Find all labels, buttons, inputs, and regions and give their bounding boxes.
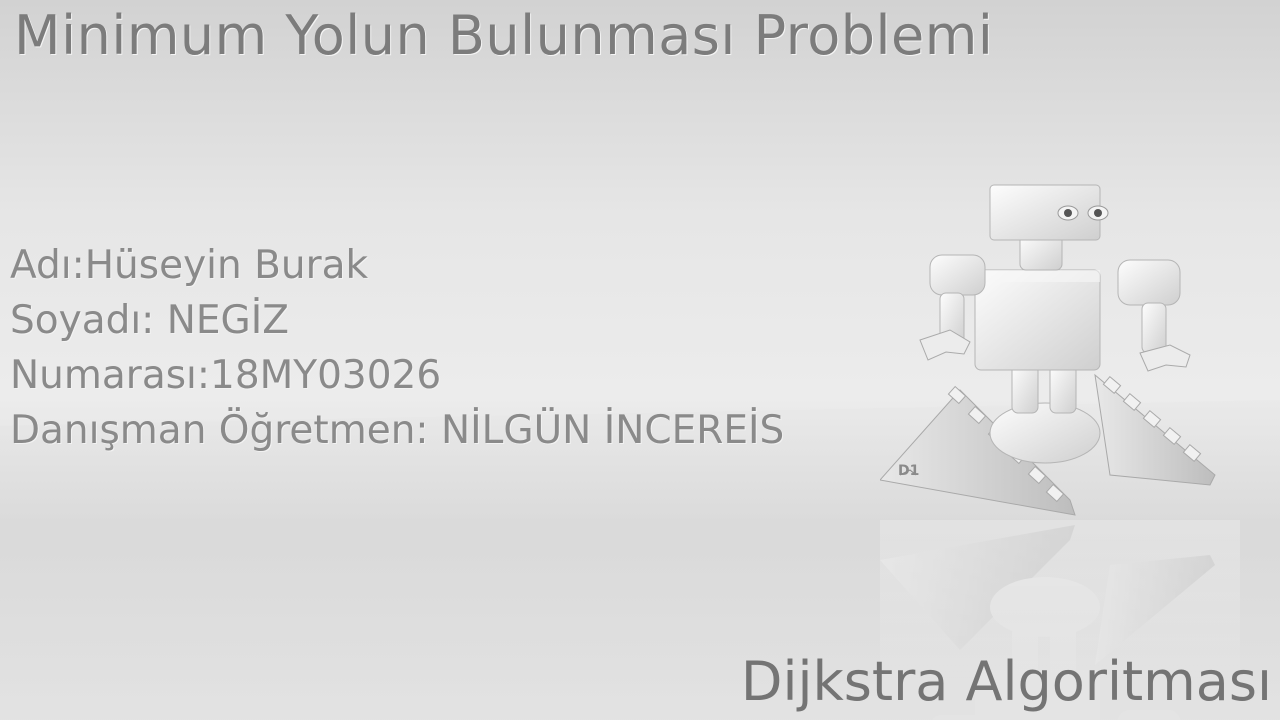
robot-badge: D1: [898, 463, 919, 479]
slide-title: Minimum Yolun Bulunması Problemi: [14, 4, 994, 67]
student-name: Adı:Hüseyin Burak: [10, 243, 369, 288]
robot-illustration: D1: [880, 184, 1240, 720]
advisor-name: Danışman Öğretmen: NİLGÜN İNCEREİS: [10, 408, 785, 453]
student-surname: Soyadı: NEGİZ: [10, 298, 289, 343]
student-number: Numarası:18MY03026: [10, 353, 442, 398]
student-info: Adı:Hüseyin Burak Soyadı: NEGİZ Numarası…: [10, 238, 784, 458]
slide-subtitle: Dijkstra Algoritması: [740, 650, 1272, 713]
